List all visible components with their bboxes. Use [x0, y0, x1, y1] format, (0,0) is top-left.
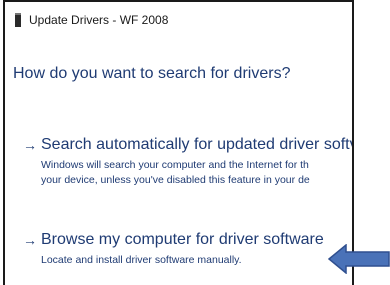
title-bar: Update Drivers - WF 2008 — [13, 10, 168, 30]
search-automatically-option[interactable]: → Search automatically for updated drive… — [23, 136, 352, 188]
description-line: Locate and install driver software manua… — [41, 254, 242, 266]
window-title: Update Drivers - WF 2008 — [29, 13, 169, 27]
right-arrow-icon: → — [23, 232, 37, 248]
right-arrow-icon: → — [23, 137, 37, 153]
browse-my-computer-option[interactable]: → Browse my computer for driver software… — [23, 231, 352, 268]
option-description: Windows will search your computer and th… — [41, 158, 352, 188]
page-question: How do you want to search for drivers? — [13, 65, 291, 82]
dialog-window: Update Drivers - WF 2008 How do you want… — [3, 0, 354, 285]
description-line: Windows will search your computer and th… — [41, 159, 309, 171]
device-icon — [15, 13, 21, 27]
description-line: your device, unless you've disabled this… — [41, 174, 310, 186]
left-arrow-callout-icon — [328, 244, 390, 274]
option-title[interactable]: Search automatically for updated driver … — [41, 136, 352, 154]
option-description: Locate and install driver software manua… — [41, 253, 352, 268]
option-title[interactable]: Browse my computer for driver software — [41, 231, 324, 249]
